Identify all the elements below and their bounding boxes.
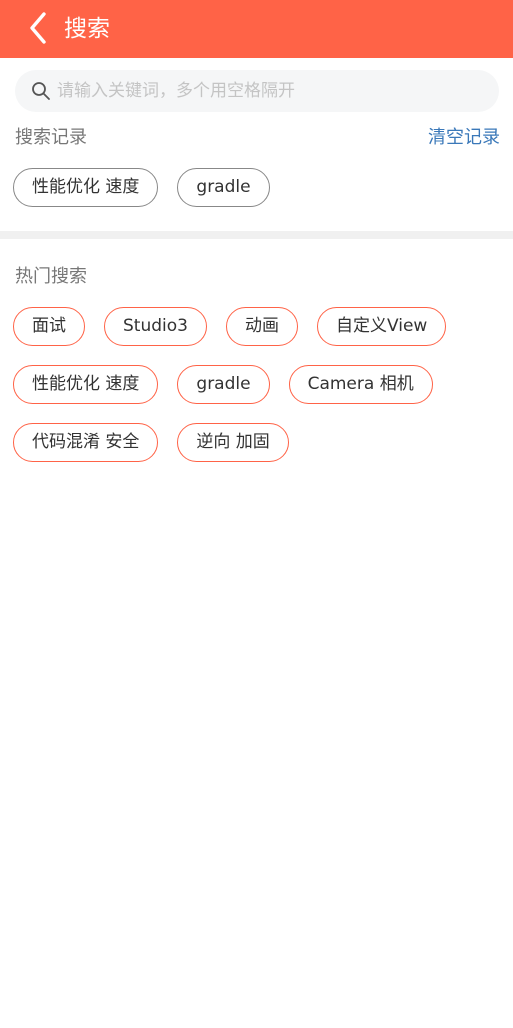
chevron-left-icon [30,12,46,44]
hot-tag-row-3: 代码混淆 安全 逆向 加固 [13,423,289,462]
clear-history-button[interactable]: 清空记录 [428,126,500,150]
search-page: 搜索 搜索记录 清空记录 性能优化 速度 gradle 热门搜索 面试 Stud… [0,0,513,1028]
history-tag-list: 性能优化 速度 gradle [13,168,270,207]
search-bar[interactable] [15,70,499,112]
hot-tag-row-1: 面试 Studio3 动画 自定义View [13,307,447,346]
section-divider [0,231,513,239]
header-bar: 搜索 [0,0,513,58]
search-icon [32,82,50,100]
hot-tag[interactable]: 面试 [13,307,85,346]
back-button[interactable] [24,11,54,45]
hot-tag[interactable]: 自定义View [316,307,447,346]
history-tag[interactable]: 性能优化 速度 [13,168,159,207]
history-title: 搜索记录 [15,127,87,148]
hot-tag[interactable]: Camera 相机 [288,365,433,404]
search-input[interactable] [57,70,487,112]
hot-tag-row-2: 性能优化 速度 gradle Camera 相机 [13,365,433,404]
hot-tag[interactable]: Studio3 [104,307,207,346]
page-title: 搜索 [64,16,110,42]
hot-tag[interactable]: gradle [177,365,270,404]
hot-tag[interactable]: 动画 [225,307,298,346]
hot-tag[interactable]: 代码混淆 安全 [13,423,159,462]
history-tag[interactable]: gradle [177,168,270,207]
hot-tag[interactable]: 逆向 加固 [177,423,289,462]
hot-title: 热门搜索 [15,266,87,287]
hot-tag[interactable]: 性能优化 速度 [13,365,159,404]
